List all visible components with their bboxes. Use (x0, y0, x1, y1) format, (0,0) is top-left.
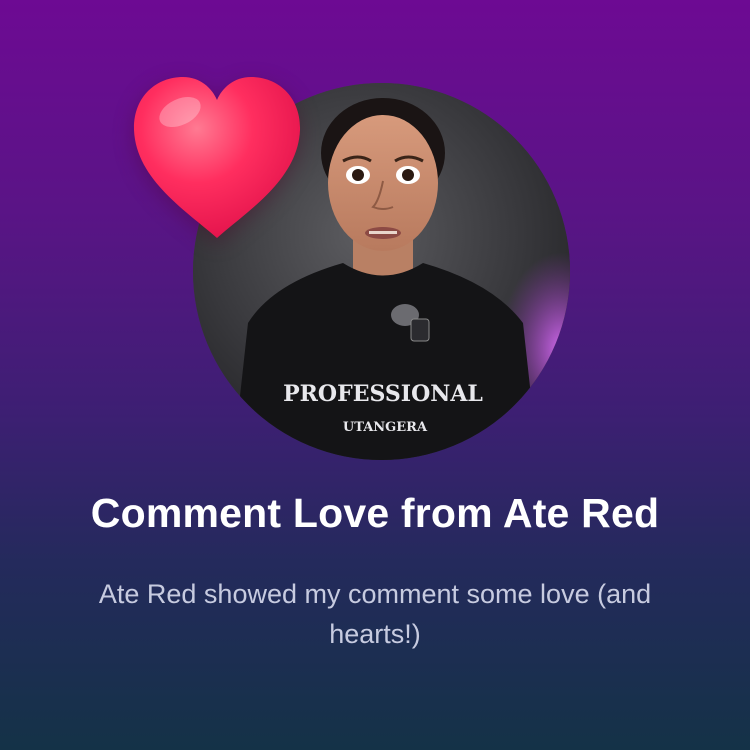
heart-icon (133, 77, 301, 238)
shirt-text-main: PROFESSIONAL (283, 381, 483, 407)
subtitle: Ate Red showed my comment some love (and… (98, 579, 652, 649)
page-title: Comment Love from Ate Red (90, 490, 660, 536)
shirt-text-sub: UTANGERA (343, 420, 428, 435)
comment-love-card: PROFESSIONAL UTANGERA Comment Love from … (0, 0, 750, 750)
